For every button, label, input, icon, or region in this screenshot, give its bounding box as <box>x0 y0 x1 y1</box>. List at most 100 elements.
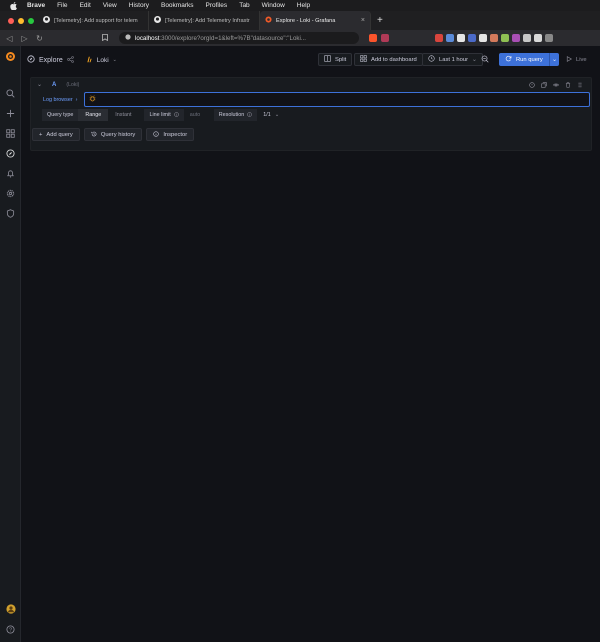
zoom-out-icon <box>481 55 489 65</box>
menu-window[interactable]: Window <box>262 2 285 9</box>
close-tab-icon[interactable]: × <box>361 17 365 24</box>
extension-icon[interactable] <box>490 34 498 42</box>
window-controls <box>0 17 38 24</box>
browser-tab-2[interactable]: [Telemetry]: Add Telemetry Infrastr <box>149 11 260 30</box>
zoom-out-button[interactable] <box>481 53 489 66</box>
apps-icon <box>360 55 367 64</box>
menu-brave[interactable]: Brave <box>27 2 45 9</box>
run-query-button[interactable]: Run query ⌄ <box>499 53 559 66</box>
help-icon[interactable]: ? <box>5 624 16 635</box>
logql-query-input[interactable] <box>84 92 590 107</box>
extension-icon[interactable] <box>446 34 454 42</box>
minimize-window-button[interactable] <box>18 17 24 24</box>
query-inspector-icon[interactable] <box>529 82 535 88</box>
collapse-chevron-icon[interactable]: ⌄ <box>37 81 42 88</box>
forward-icon[interactable]: ▷ <box>20 34 29 43</box>
server-admin-shield-icon[interactable] <box>5 208 16 219</box>
extension-icon[interactable] <box>457 34 465 42</box>
menu-file[interactable]: File <box>57 2 67 9</box>
menu-view[interactable]: View <box>103 2 117 9</box>
extension-icon[interactable] <box>534 34 542 42</box>
zoom-window-button[interactable] <box>28 17 34 24</box>
extension-icon[interactable] <box>435 34 443 42</box>
inspector-label: Inspector <box>163 131 188 138</box>
split-icon <box>324 55 331 64</box>
extension-icon[interactable] <box>479 34 487 42</box>
resolution-value: 1/1 <box>263 112 271 118</box>
info-circle-icon[interactable] <box>247 111 252 119</box>
menu-history[interactable]: History <box>129 2 149 9</box>
query-type-range-radio[interactable]: Range <box>78 109 109 121</box>
page-title-text: Explore <box>39 56 63 64</box>
line-limit-input[interactable]: auto <box>184 109 214 121</box>
new-tab-button[interactable]: + <box>371 15 383 26</box>
brave-shields-icon[interactable] <box>369 34 377 42</box>
menu-profiles[interactable]: Profiles <box>206 2 228 9</box>
menu-tab[interactable]: Tab <box>239 2 249 9</box>
time-range-picker[interactable]: Last 1 hour ⌄ <box>422 53 483 66</box>
log-browser-button[interactable]: Log browser › <box>43 94 77 105</box>
grafana-app: ? Explore Loki ⌄ Split Add to dashboard … <box>0 46 600 642</box>
clock-icon <box>428 55 435 64</box>
hide-query-eye-icon[interactable] <box>553 82 559 88</box>
chevron-down-icon: ⌄ <box>274 112 280 118</box>
extension-icon[interactable] <box>512 34 520 42</box>
resolution-label: Resolution <box>213 109 258 121</box>
query-history-button[interactable]: Query history <box>83 128 143 141</box>
share-icon[interactable] <box>66 55 74 65</box>
query-type-label: Query type <box>42 109 79 121</box>
extension-icon[interactable] <box>468 34 476 42</box>
apple-icon[interactable] <box>9 1 17 10</box>
bookmark-icon[interactable] <box>100 33 109 43</box>
reload-icon[interactable]: ↻ <box>35 34 44 43</box>
resolution-select[interactable]: 1/1 ⌄ <box>257 109 285 121</box>
chevron-down-icon: ⌄ <box>112 57 117 63</box>
configuration-gear-icon[interactable] <box>5 188 16 199</box>
line-limit-label: Line limit <box>144 109 184 121</box>
close-window-button[interactable] <box>8 17 14 24</box>
create-plus-icon[interactable] <box>5 108 16 119</box>
query-history-label: Query history <box>100 131 136 138</box>
url-field[interactable]: localhost:3000/explore?orgId=1&left=%7B"… <box>119 32 359 44</box>
browser-tab-1[interactable]: [Telemetry]: Add support for telem <box>38 11 149 30</box>
url-path: :3000/explore?orgId=1&left=%7B"datasourc… <box>159 34 307 42</box>
dashboards-icon[interactable] <box>5 128 16 139</box>
alerting-bell-icon[interactable] <box>5 168 16 179</box>
grafana-logo-icon[interactable] <box>5 51 16 62</box>
extension-icon[interactable] <box>523 34 531 42</box>
query-row-header: ⌄ A (Loki) <box>37 81 80 89</box>
user-avatar-icon[interactable] <box>5 603 16 614</box>
menu-icon[interactable] <box>545 34 553 42</box>
inspector-button[interactable]: Inspector <box>146 128 195 141</box>
brave-rewards-icon[interactable] <box>381 34 389 42</box>
split-button[interactable]: Split <box>318 53 353 66</box>
browser-tab-3[interactable]: Explore - Loki - Grafana × <box>260 11 371 30</box>
drag-handle-icon[interactable] <box>577 82 583 88</box>
back-icon[interactable]: ◁ <box>5 34 14 43</box>
query-ref-id[interactable]: A <box>52 82 56 88</box>
time-range-label: Last 1 hour <box>439 56 469 63</box>
query-datasource-tag: (Loki) <box>66 81 80 88</box>
datasource-picker[interactable]: Loki ⌄ <box>86 56 117 65</box>
menu-help[interactable]: Help <box>297 2 310 9</box>
remove-query-trash-icon[interactable] <box>565 82 571 88</box>
run-query-interval-dropdown[interactable]: ⌄ <box>549 53 559 66</box>
site-info-icon[interactable] <box>125 34 131 42</box>
live-button[interactable]: Live <box>566 53 587 66</box>
tab-label: [Telemetry]: Add support for telem <box>54 17 138 24</box>
menu-bookmarks[interactable]: Bookmarks <box>161 2 194 9</box>
query-type-instant-radio[interactable]: Instant <box>108 109 138 121</box>
duplicate-query-icon[interactable] <box>541 82 547 88</box>
search-icon[interactable] <box>5 88 16 99</box>
add-to-dashboard-button[interactable]: Add to dashboard <box>354 53 423 66</box>
extension-icon[interactable] <box>501 34 509 42</box>
explore-compass-icon[interactable] <box>5 148 16 159</box>
add-query-button[interactable]: + Add query <box>32 128 80 141</box>
split-label: Split <box>335 56 347 63</box>
history-icon <box>91 131 97 139</box>
info-circle-icon[interactable] <box>173 111 179 119</box>
bug-icon <box>89 95 96 104</box>
browser-tab-strip: [Telemetry]: Add support for telem [Tele… <box>0 11 600 30</box>
menu-edit[interactable]: Edit <box>80 2 91 9</box>
github-icon <box>43 16 50 25</box>
